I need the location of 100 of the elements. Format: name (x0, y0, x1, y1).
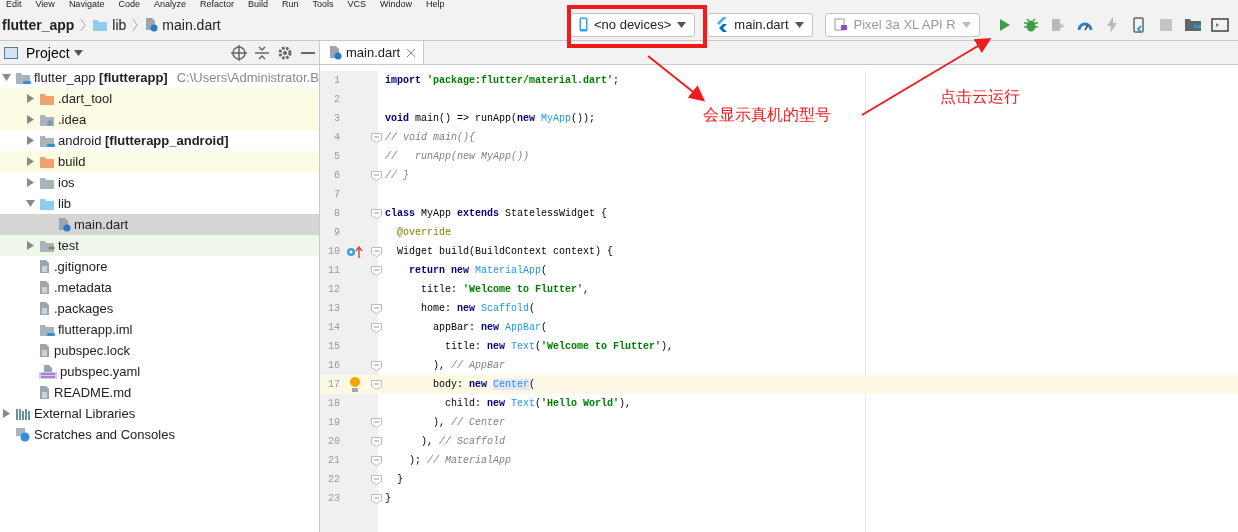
menu-item[interactable]: Run (282, 0, 299, 9)
editor-tab[interactable]: main.dart (320, 41, 425, 64)
file-icon (39, 301, 51, 316)
tree-item[interactable]: lib (0, 193, 319, 214)
folder-icon (39, 91, 55, 106)
code-line: @override (396, 227, 451, 238)
line-number: 18 (327, 398, 340, 409)
tree-item-label: .idea (58, 112, 87, 127)
caret-icon (677, 21, 687, 28)
window-icon (4, 46, 18, 59)
tree-item-label: ios (58, 175, 75, 190)
fold-marker-icon[interactable] (370, 132, 382, 143)
run-config-dropdown[interactable]: main.dart (707, 12, 813, 37)
line-number: 11 (327, 265, 340, 276)
collapsed-arrow-icon[interactable] (26, 241, 34, 250)
menu-item[interactable]: Code (118, 0, 140, 9)
fold-marker-icon[interactable] (370, 246, 382, 257)
collapsed-arrow-icon[interactable] (26, 94, 34, 103)
collapsed-arrow-icon[interactable] (2, 409, 10, 418)
fold-marker-icon[interactable] (370, 360, 382, 371)
line-number: 14 (327, 322, 340, 333)
settings-icon[interactable] (277, 44, 293, 61)
code-line: child: new Text('Hello World'), (444, 398, 632, 409)
tree-item[interactable]: flutterapp.iml (0, 319, 319, 340)
close-icon[interactable] (407, 48, 416, 57)
fold-marker-icon[interactable] (370, 379, 382, 390)
crosshair-icon[interactable] (231, 44, 247, 61)
menu-item[interactable]: Refactor (199, 0, 234, 9)
fold-marker-icon[interactable] (370, 322, 382, 333)
menu-item[interactable]: Build (247, 0, 268, 9)
tree-item[interactable]: Scratches and Consoles (0, 424, 319, 445)
tree-item[interactable]: ios (0, 172, 319, 193)
menu-item[interactable]: Analyze (153, 0, 186, 9)
file-icon (39, 280, 51, 295)
fold-marker-icon[interactable] (370, 436, 382, 447)
menu-item[interactable]: Navigate (68, 0, 105, 9)
collapse-all-icon[interactable] (255, 44, 269, 61)
breadcrumb[interactable]: flutter_app (2, 16, 75, 33)
tab-label: main.dart (346, 45, 401, 60)
fold-marker-icon[interactable] (370, 493, 382, 504)
fold-marker-icon[interactable] (370, 303, 382, 314)
debug-bug-icon (1022, 16, 1039, 33)
menu-item[interactable]: VCS (347, 0, 367, 9)
tree-item[interactable]: flutter_app [flutterapp] C:\Users\Administrator.B (0, 67, 319, 88)
menu-item[interactable]: Help (426, 0, 445, 9)
menu-item[interactable]: Window (380, 0, 413, 9)
tree-item-path: C:\Users\Administrator.B (176, 70, 319, 85)
fold-marker-icon[interactable] (370, 455, 382, 466)
tree-item-label: lib (58, 196, 71, 211)
breadcrumb[interactable]: lib (92, 16, 127, 33)
collapsed-arrow-icon[interactable] (26, 136, 34, 145)
tree-item[interactable]: build (0, 151, 319, 172)
line-number: 4 (333, 132, 340, 143)
fold-marker-icon[interactable] (370, 170, 382, 181)
expanded-arrow-icon[interactable] (1, 74, 11, 81)
breadcrumb[interactable]: main.dart (144, 16, 221, 33)
line-number: 1 (333, 75, 340, 86)
override-marker-icon[interactable] (346, 245, 364, 258)
tree-item[interactable]: pubspec.yaml (0, 361, 319, 382)
line-number: 22 (327, 474, 340, 485)
libraries-icon (15, 406, 31, 421)
tree-item[interactable]: main.dart (0, 214, 319, 235)
code-line: // runApp(new MyApp()) (385, 151, 530, 162)
fold-marker-icon[interactable] (370, 417, 382, 428)
lightning-icon (1105, 16, 1118, 33)
line-number: 5 (333, 151, 340, 162)
collapsed-arrow-icon[interactable] (26, 157, 34, 166)
phone-icon (1131, 16, 1146, 33)
menu-item[interactable]: View (35, 0, 55, 9)
tree-item[interactable]: .idea (0, 109, 319, 130)
dart-file-icon (57, 217, 71, 232)
code-line: ), // Center (432, 417, 506, 428)
tree-item[interactable]: android [flutterapp_android] (0, 130, 319, 151)
tree-item[interactable]: .gitignore (0, 256, 319, 277)
tree-item[interactable]: pubspec.lock (0, 340, 319, 361)
tree-item-label: flutterapp.iml (58, 322, 133, 337)
stop-icon (1159, 18, 1172, 31)
fold-marker-icon[interactable] (370, 474, 382, 485)
menu-item[interactable]: Tools (312, 0, 334, 9)
project-view-dropdown[interactable]: Project (26, 44, 83, 61)
caret-icon (794, 21, 804, 28)
menu-item[interactable]: Edit (6, 0, 22, 9)
tree-item[interactable]: test (0, 235, 319, 256)
tree-item[interactable]: README.md (0, 382, 319, 403)
collapsed-arrow-icon[interactable] (26, 178, 34, 187)
lightbulb-icon[interactable] (349, 376, 361, 393)
module-folder-icon (39, 322, 55, 337)
tree-item-label: build (58, 154, 86, 169)
fold-marker-icon[interactable] (370, 265, 382, 276)
tree-item[interactable]: .packages (0, 298, 319, 319)
line-number: 10 (327, 246, 340, 257)
tree-item[interactable]: .dart_tool (0, 88, 319, 109)
fold-marker-icon[interactable] (370, 208, 382, 219)
expanded-arrow-icon[interactable] (25, 200, 35, 207)
tree-item[interactable]: External Libraries (0, 403, 319, 424)
line-number: 16 (327, 360, 340, 371)
tree-item[interactable]: .metadata (0, 277, 319, 298)
collapsed-arrow-icon[interactable] (26, 115, 34, 124)
code-line: Widget build(BuildContext context) { (396, 246, 614, 257)
device-dropdown[interactable]: <no devices> (570, 12, 696, 37)
